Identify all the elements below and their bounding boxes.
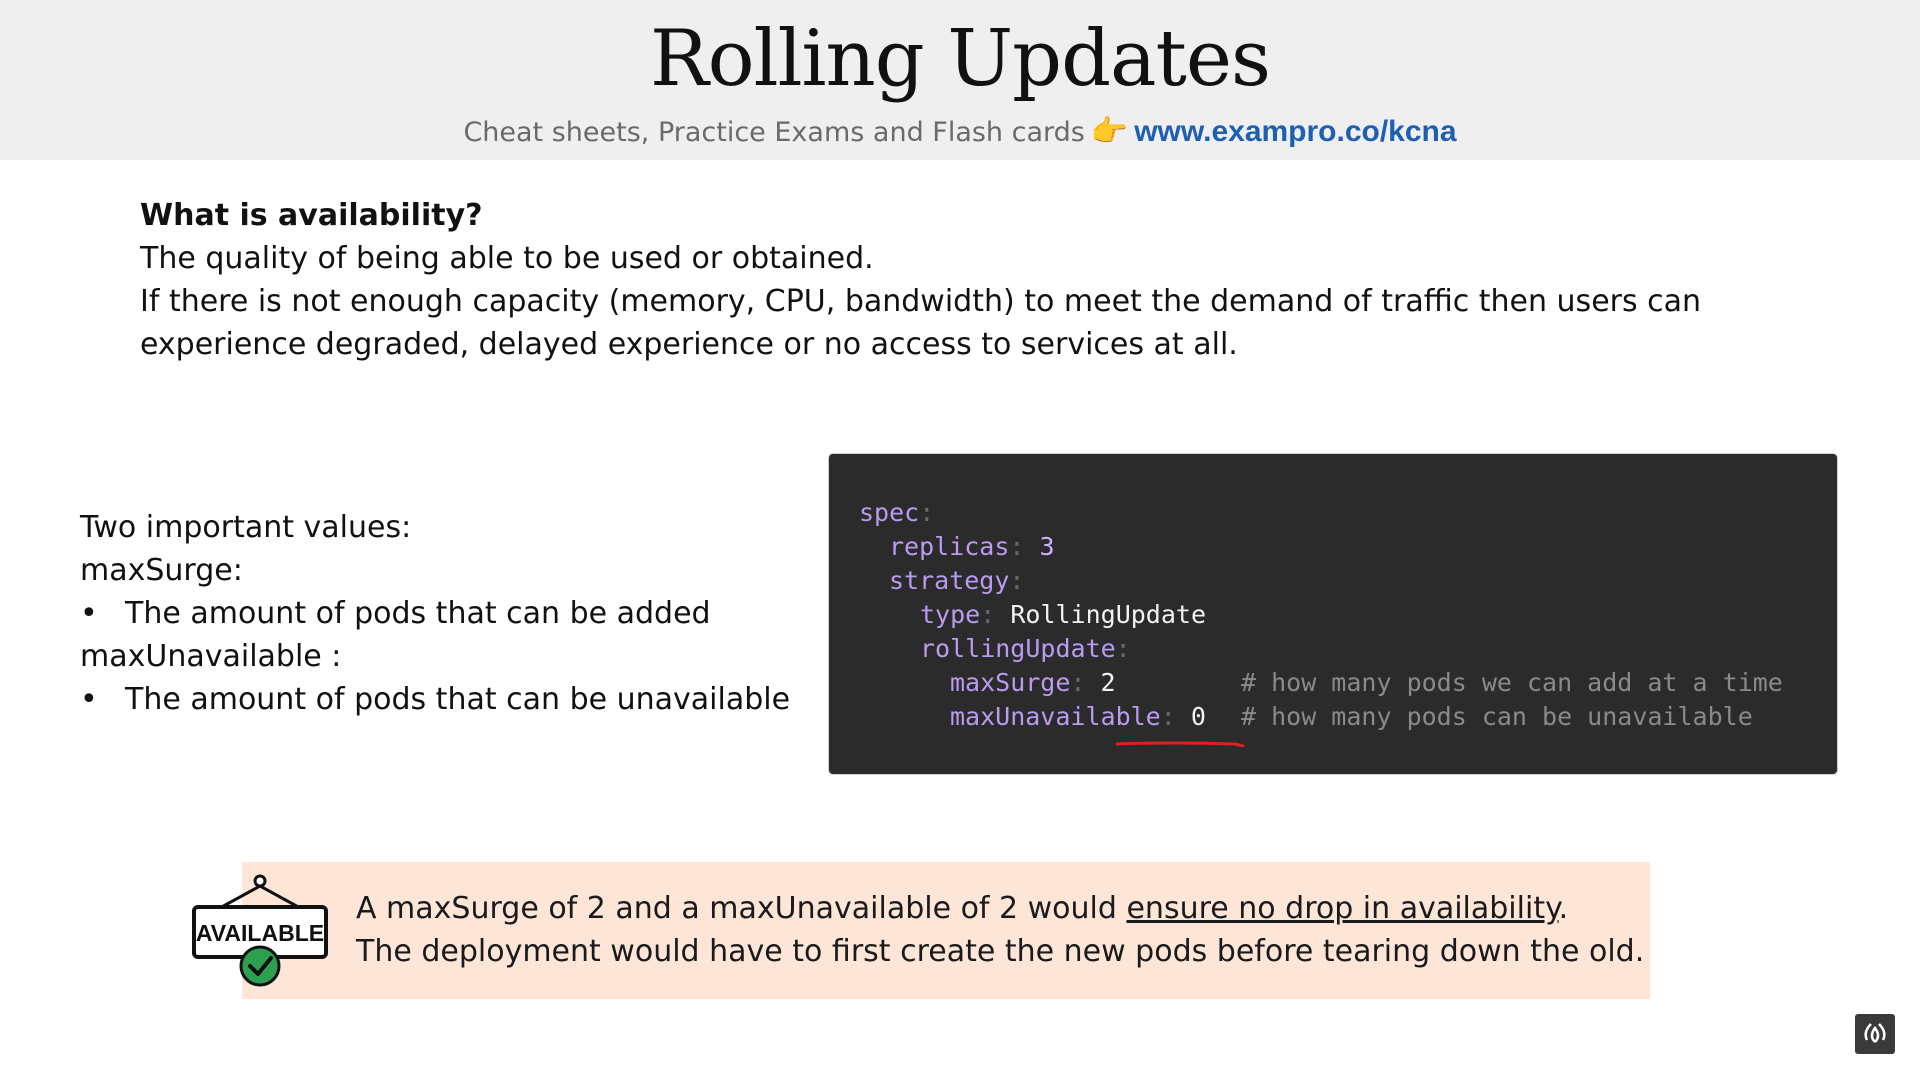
- max-surge-label: maxSurge:: [80, 553, 243, 588]
- values-heading: Two important values:: [80, 510, 412, 545]
- max-surge-bullet: • The amount of pods that can be added: [80, 592, 790, 635]
- code-line-max-surge: maxSurge: 2: [950, 668, 1116, 697]
- definition-line-3: experience degraded, delayed experience …: [140, 327, 1238, 362]
- max-surge-comment: # how many pods we can add at a time: [1241, 668, 1783, 697]
- available-sign-icon: AVAILABLE: [192, 874, 328, 987]
- important-values: Two important values: maxSurge: • The am…: [80, 506, 790, 721]
- max-surge-description: The amount of pods that can be added: [125, 596, 711, 631]
- definition-line-1: The quality of being able to be used or …: [140, 241, 874, 276]
- exampro-link[interactable]: www.exampro.co/kcna: [1134, 115, 1456, 148]
- code-line-max-unavailable: maxUnavailable: 0: [950, 702, 1206, 731]
- callout-line-2: The deployment would have to first creat…: [356, 934, 1645, 969]
- sign-label: AVAILABLE: [196, 920, 324, 946]
- max-unavailable-bullet: • The amount of pods that can be unavail…: [80, 678, 790, 721]
- subtitle: Cheat sheets, Practice Exams and Flash c…: [0, 114, 1920, 149]
- max-unavailable-comment: # how many pods can be unavailable: [1241, 702, 1753, 731]
- callout-line-1: A maxSurge of 2 and a maxUnavailable of …: [356, 891, 1569, 926]
- bullet-dot: •: [80, 682, 98, 717]
- code-line-replicas: replicas: 3: [889, 532, 1055, 561]
- yaml-code-block: spec: replicas: 3 strategy: type: Rollin…: [829, 454, 1837, 774]
- availability-definition: What is availability? The quality of bei…: [140, 194, 1701, 366]
- max-unavailable-label: maxUnavailable :: [80, 639, 342, 674]
- availability-question: What is availability?: [140, 198, 483, 233]
- header-banner: Rolling Updates Cheat sheets, Practice E…: [0, 0, 1920, 160]
- pointing-hand-icon: 👉: [1090, 114, 1129, 149]
- callout-text: A maxSurge of 2 and a maxUnavailable of …: [356, 887, 1644, 973]
- red-underline-annotation: [1115, 741, 1245, 747]
- availability-emphasis: ensure no drop in availability: [1126, 891, 1559, 926]
- subtitle-text: Cheat sheets, Practice Exams and Flash c…: [463, 117, 1085, 148]
- code-line-rolling-update: rollingUpdate:: [920, 634, 1131, 663]
- code-line-spec: spec:: [859, 498, 935, 527]
- max-unavailable-description: The amount of pods that can be unavailab…: [125, 682, 791, 717]
- channel-logo-icon[interactable]: [1855, 1014, 1895, 1054]
- page-title: Rolling Updates: [649, 14, 1271, 104]
- definition-line-2: If there is not enough capacity (memory,…: [140, 284, 1702, 319]
- bullet-dot: •: [80, 596, 98, 631]
- code-line-type: type: RollingUpdate: [920, 600, 1207, 629]
- code-line-strategy: strategy:: [889, 566, 1025, 595]
